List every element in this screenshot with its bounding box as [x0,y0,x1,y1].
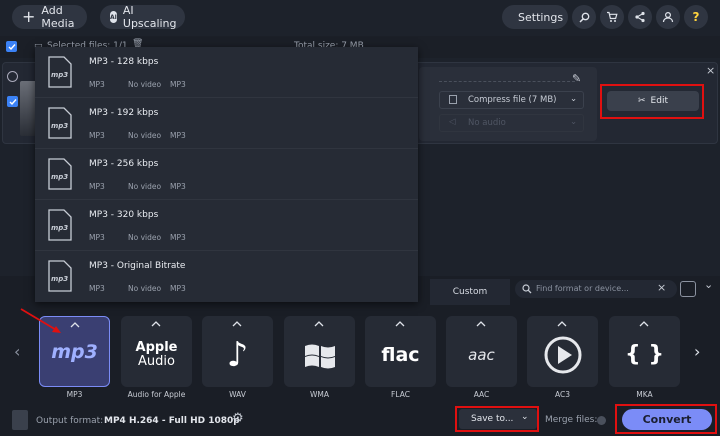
help-icon: ? [692,10,700,24]
search-button[interactable] [572,5,596,29]
cart-button[interactable] [600,5,624,29]
chevron-up-icon [314,321,324,327]
speaker-icon: ◁ [449,117,456,127]
list-item[interactable]: mp3 MP3 - Original Bitrate MP3 No video … [35,251,418,302]
chevron-up-icon [70,322,80,328]
list-item[interactable]: mp3 MP3 - 128 kbps MP3 No video MP3 [35,47,418,98]
aac-icon: aac [468,345,495,364]
help-button[interactable]: ? [684,5,708,29]
plus-icon: + [22,7,36,26]
mp3-file-icon: mp3 [48,209,72,241]
ai-icon: AI [110,11,117,23]
format-tile-wma[interactable] [284,316,355,387]
list-item[interactable]: mp3 MP3 - 192 kbps MP3 No video MP3 [35,98,418,149]
ai-upscaling-button[interactable]: AI AI Upscaling [100,4,185,30]
tile-label: AAC [473,390,490,399]
mp3-file-icon: mp3 [48,158,72,190]
clock-icon [7,71,18,82]
merge-files-label: Merge files: [545,415,598,425]
flac-icon: flac [381,343,420,366]
add-media-button[interactable]: + Add Media [12,4,87,30]
collapse-chevron-icon[interactable]: ⌄ [704,278,713,291]
format-tile-aac[interactable]: aac [446,316,517,387]
tile-label: WAV [229,390,246,399]
pencil-icon[interactable]: ✎ [572,72,581,85]
tile-label: Audio for Apple [127,390,186,399]
account-button[interactable] [656,5,680,29]
chevron-up-icon [639,321,649,327]
mp3-file-icon: mp3 [48,107,72,139]
conversion-options: ✎ Compress file (7 MB) ⌄ ◁ No audio ⌄ [419,67,597,141]
format-tile-flac[interactable]: flac [365,316,436,387]
chevron-down-icon: ⌄ [570,94,578,104]
output-format-value: MP4 H.264 - Full HD 1080p [104,416,240,426]
device-detect-icon[interactable] [680,281,696,297]
search-icon [578,12,589,23]
mka-icon: { } [625,342,664,367]
format-tile-apple[interactable]: Apple Audio [121,316,192,387]
checkmark-icon [9,98,17,105]
highlight-edit [600,84,704,119]
search-icon [522,284,532,294]
settings-button[interactable]: Settings [502,5,568,29]
svg-text:mp3: mp3 [51,224,68,232]
output-format-icon [12,410,28,430]
tile-label: WMA [309,390,330,399]
scroll-left-icon[interactable]: ‹ [14,342,20,361]
tile-label: MP3 [66,390,83,399]
merge-toggle[interactable] [597,416,606,425]
ac3-icon [544,336,581,373]
music-note-icon: ♪ [226,334,249,375]
file-checkbox[interactable] [7,96,18,107]
scroll-right-icon[interactable]: › [694,342,700,361]
clear-search-icon[interactable]: × [657,281,666,294]
checkmark-icon [8,43,16,50]
svg-text:mp3: mp3 [51,71,68,79]
mp3-icon: mp3 [51,340,98,363]
select-all-checkbox[interactable] [6,41,17,52]
list-item[interactable]: mp3 MP3 - 256 kbps MP3 No video MP3 [35,149,418,200]
format-search-input[interactable]: Find format or device... × [515,280,677,298]
svg-text:mp3: mp3 [51,275,68,283]
svg-text:mp3: mp3 [51,122,68,130]
chevron-up-icon [151,321,161,327]
highlight-convert [615,404,717,434]
share-button[interactable] [628,5,652,29]
list-item[interactable]: mp3 MP3 - 320 kbps MP3 No video MP3 [35,200,418,251]
audio-select[interactable]: ◁ No audio ⌄ [439,114,584,132]
compress-icon [449,95,457,104]
chevron-up-icon [395,321,405,327]
windows-icon [304,344,335,368]
format-preset-dropdown: mp3 MP3 - 128 kbps MP3 No video MP3 mp3 … [35,47,418,302]
format-tile-mka[interactable]: { } [609,316,680,387]
chevron-down-icon: ⌄ [570,117,578,127]
mp3-file-icon: mp3 [48,260,72,292]
format-tile-ac3[interactable] [527,316,598,387]
chevron-up-icon [557,321,567,327]
apple-audio-icon: Apple Audio [135,339,178,369]
output-format-label: Output format: [36,416,104,426]
share-icon [635,11,645,23]
cart-icon [607,11,618,22]
close-icon[interactable]: × [706,64,715,77]
gear-icon[interactable]: ⚙ [232,411,244,426]
tab-custom[interactable]: Custom [430,279,510,305]
tile-label: AC3 [554,390,570,399]
svg-text:mp3: mp3 [51,173,68,181]
mp3-file-icon: mp3 [48,56,72,88]
tile-label: FLAC [391,390,410,399]
user-icon [662,11,674,23]
annotation-arrow [20,308,61,333]
tile-label: MKA [636,390,653,399]
chevron-up-icon [232,321,242,327]
format-tile-wav[interactable]: ♪ [202,316,273,387]
compress-select[interactable]: Compress file (7 MB) ⌄ [439,91,584,109]
highlight-save [455,406,539,432]
chevron-up-icon [476,321,486,327]
